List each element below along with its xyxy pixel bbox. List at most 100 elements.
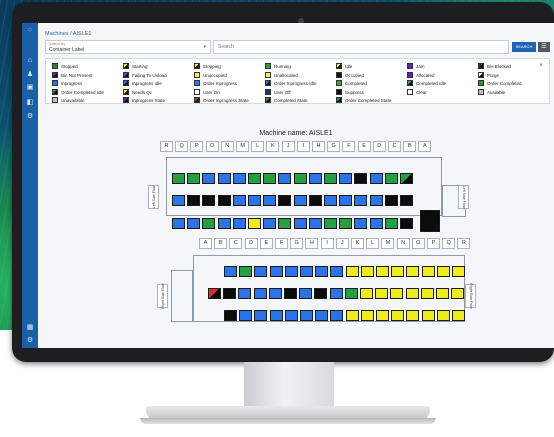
storage-bin[interactable]: [406, 266, 420, 277]
dashboard-icon[interactable]: ⌂: [25, 57, 35, 65]
storage-bin[interactable]: [360, 288, 373, 299]
storage-bin[interactable]: [354, 173, 368, 184]
storage-bin[interactable]: [376, 266, 389, 277]
storage-bin[interactable]: [360, 266, 374, 277]
storage-bin[interactable]: [406, 310, 420, 321]
storage-bin[interactable]: [436, 288, 449, 299]
storage-bin[interactable]: [263, 218, 277, 229]
storage-bin[interactable]: [217, 195, 231, 206]
storage-bin[interactable]: [451, 288, 465, 299]
storage-bin[interactable]: [452, 310, 465, 321]
storage-bin[interactable]: [187, 173, 201, 184]
storage-bin[interactable]: [293, 173, 307, 184]
storage-bin[interactable]: [293, 218, 307, 229]
storage-bin[interactable]: [452, 266, 465, 277]
storage-bin[interactable]: [239, 266, 253, 277]
storage-bin[interactable]: [232, 218, 246, 229]
storage-bin[interactable]: [187, 195, 201, 206]
app-logo[interactable]: ⬡: [24, 27, 36, 43]
storage-bin[interactable]: [278, 218, 292, 229]
storage-bin[interactable]: [314, 288, 328, 299]
storage-bin[interactable]: [269, 266, 283, 277]
storage-bin[interactable]: [300, 310, 313, 321]
storage-bin[interactable]: [253, 288, 267, 299]
storage-bin[interactable]: [172, 195, 185, 206]
storage-bin[interactable]: [202, 195, 216, 206]
storage-bin[interactable]: [436, 266, 450, 277]
storage-bin[interactable]: [224, 266, 237, 277]
storage-bin[interactable]: [187, 218, 201, 229]
storage-bin[interactable]: [248, 195, 261, 206]
storage-bin[interactable]: [436, 310, 450, 321]
storage-bin[interactable]: [217, 173, 231, 184]
storage-bin[interactable]: [315, 266, 329, 277]
storage-bin[interactable]: [369, 195, 383, 206]
storage-bin[interactable]: [232, 173, 246, 184]
storage-bin[interactable]: [268, 288, 282, 299]
storage-bin[interactable]: [421, 266, 435, 277]
storage-bin[interactable]: [208, 288, 221, 299]
storage-bin[interactable]: [339, 195, 353, 206]
storage-bin[interactable]: [248, 173, 261, 184]
storage-bin[interactable]: [315, 310, 329, 321]
menu-icon[interactable]: ☰: [538, 42, 550, 52]
machines-icon[interactable]: ▣: [25, 84, 35, 92]
storage-bin[interactable]: [354, 195, 368, 206]
storage-bin[interactable]: [300, 266, 313, 277]
storage-bin[interactable]: [293, 195, 307, 206]
storage-bin[interactable]: [278, 173, 292, 184]
storage-bin[interactable]: [420, 288, 434, 299]
close-icon[interactable]: ×: [537, 62, 545, 70]
search-input[interactable]: [213, 40, 509, 54]
storage-bin[interactable]: [384, 173, 398, 184]
storage-bin[interactable]: [360, 310, 374, 321]
storage-bin[interactable]: [369, 173, 383, 184]
storage-bin[interactable]: [391, 266, 405, 277]
storage-bin[interactable]: [345, 310, 359, 321]
storage-bin[interactable]: [400, 173, 413, 184]
settings-icon[interactable]: ⚙: [25, 113, 35, 121]
storage-bin[interactable]: [421, 310, 435, 321]
storage-bin[interactable]: [202, 218, 216, 229]
search-by-select[interactable]: Search By Container Label ▾: [45, 40, 211, 54]
users-icon[interactable]: ♟: [25, 71, 35, 79]
storage-bin[interactable]: [308, 195, 322, 206]
storage-bin[interactable]: [254, 266, 268, 277]
storage-bin[interactable]: [172, 218, 185, 229]
storage-bin[interactable]: [339, 173, 353, 184]
storage-bin[interactable]: [284, 266, 298, 277]
storage-bin[interactable]: [400, 218, 413, 229]
storage-bin[interactable]: [232, 195, 246, 206]
storage-bin[interactable]: [330, 310, 344, 321]
storage-bin[interactable]: [172, 173, 185, 184]
search-button[interactable]: SEARCH: [512, 42, 536, 52]
storage-bin[interactable]: [263, 173, 277, 184]
storage-bin[interactable]: [400, 195, 413, 206]
storage-bin[interactable]: [369, 218, 383, 229]
storage-bin[interactable]: [324, 173, 337, 184]
storage-bin[interactable]: [384, 195, 398, 206]
storage-bin[interactable]: [224, 310, 237, 321]
gear-icon[interactable]: ⚙: [25, 337, 35, 345]
reports-icon[interactable]: ◧: [25, 99, 35, 107]
storage-bin[interactable]: [375, 288, 389, 299]
storage-bin[interactable]: [202, 173, 216, 184]
storage-bin[interactable]: [330, 266, 344, 277]
storage-bin[interactable]: [339, 218, 353, 229]
storage-bin[interactable]: [263, 195, 277, 206]
storage-bin[interactable]: [299, 288, 313, 299]
storage-bin[interactable]: [376, 310, 389, 321]
storage-bin[interactable]: [254, 310, 268, 321]
storage-bin-large[interactable]: [420, 210, 440, 232]
storage-bin[interactable]: [390, 288, 404, 299]
storage-bin[interactable]: [345, 266, 359, 277]
storage-bin[interactable]: [405, 288, 419, 299]
storage-bin[interactable]: [223, 288, 237, 299]
storage-bin[interactable]: [384, 218, 398, 229]
storage-bin[interactable]: [324, 195, 337, 206]
storage-bin[interactable]: [248, 218, 261, 229]
storage-bin[interactable]: [354, 218, 368, 229]
storage-bin[interactable]: [239, 310, 253, 321]
breadcrumb-machines-link[interactable]: Machines: [45, 31, 69, 37]
storage-bin[interactable]: [308, 218, 322, 229]
